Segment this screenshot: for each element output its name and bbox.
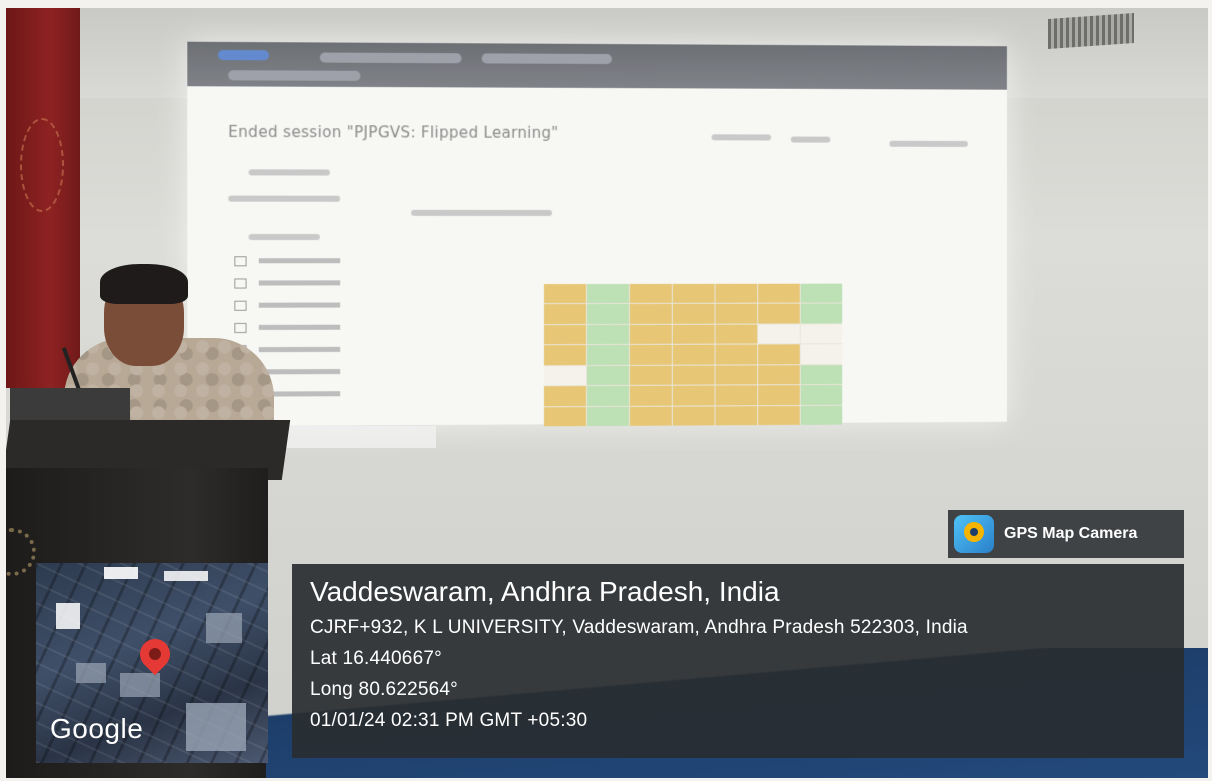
screen-browser-bar bbox=[187, 41, 1007, 90]
screen-text bbox=[889, 140, 968, 147]
screen-row bbox=[258, 346, 341, 353]
screen-text bbox=[248, 234, 320, 241]
screen-checkbox bbox=[234, 300, 247, 311]
map-building bbox=[206, 613, 242, 643]
screen-checkbox bbox=[234, 322, 247, 334]
screen-tab bbox=[481, 53, 612, 65]
screen-row bbox=[258, 369, 341, 375]
gps-badge-label: GPS Map Camera bbox=[1004, 525, 1138, 542]
presenter-hair bbox=[100, 264, 188, 304]
screen-text bbox=[711, 134, 772, 141]
screen-checkbox bbox=[234, 278, 247, 289]
screen-row bbox=[258, 324, 341, 330]
map-pin-icon bbox=[133, 632, 177, 676]
map-building bbox=[76, 663, 106, 683]
location-longitude: Long 80.622564° bbox=[310, 679, 458, 700]
attendance-grid bbox=[543, 283, 843, 427]
location-datetime: 01/01/24 02:31 PM GMT +05:30 bbox=[310, 710, 588, 731]
map-label bbox=[104, 567, 138, 579]
screen-row bbox=[258, 258, 341, 264]
screen-text bbox=[790, 136, 831, 143]
map-building bbox=[120, 673, 160, 697]
map-thumbnail: Google bbox=[36, 563, 268, 763]
curtain bbox=[6, 8, 80, 388]
location-card: Vaddeswaram, Andhra Pradesh, India CJRF+… bbox=[292, 564, 1184, 758]
map-label bbox=[56, 603, 80, 629]
projected-screen: Ended session "PJPGVS: Flipped Learning" bbox=[187, 41, 1007, 427]
map-label bbox=[164, 571, 208, 581]
screen-row bbox=[258, 280, 341, 286]
gps-map-camera-icon bbox=[954, 515, 994, 553]
curtain-emblem bbox=[20, 118, 64, 212]
screen-tab bbox=[217, 49, 270, 61]
screen-text bbox=[228, 195, 341, 202]
air-vent bbox=[1048, 12, 1134, 50]
screen-tab bbox=[319, 52, 462, 64]
location-latitude: Lat 16.440667° bbox=[310, 648, 442, 669]
screen-text bbox=[411, 209, 552, 216]
screen-heading: Ended session "PJPGVS: Flipped Learning" bbox=[228, 122, 559, 142]
location-address: CJRF+932, K L UNIVERSITY, Vaddeswaram, A… bbox=[310, 617, 968, 638]
location-place: Vaddeswaram, Andhra Pradesh, India bbox=[310, 576, 780, 607]
gps-map-camera-badge: GPS Map Camera bbox=[948, 510, 1184, 558]
screen-row bbox=[258, 302, 341, 308]
screen-text bbox=[248, 169, 331, 176]
google-logo: Google bbox=[50, 713, 144, 744]
screen-checkbox bbox=[234, 256, 247, 267]
map-building bbox=[186, 703, 246, 751]
screen-tab bbox=[228, 70, 361, 81]
